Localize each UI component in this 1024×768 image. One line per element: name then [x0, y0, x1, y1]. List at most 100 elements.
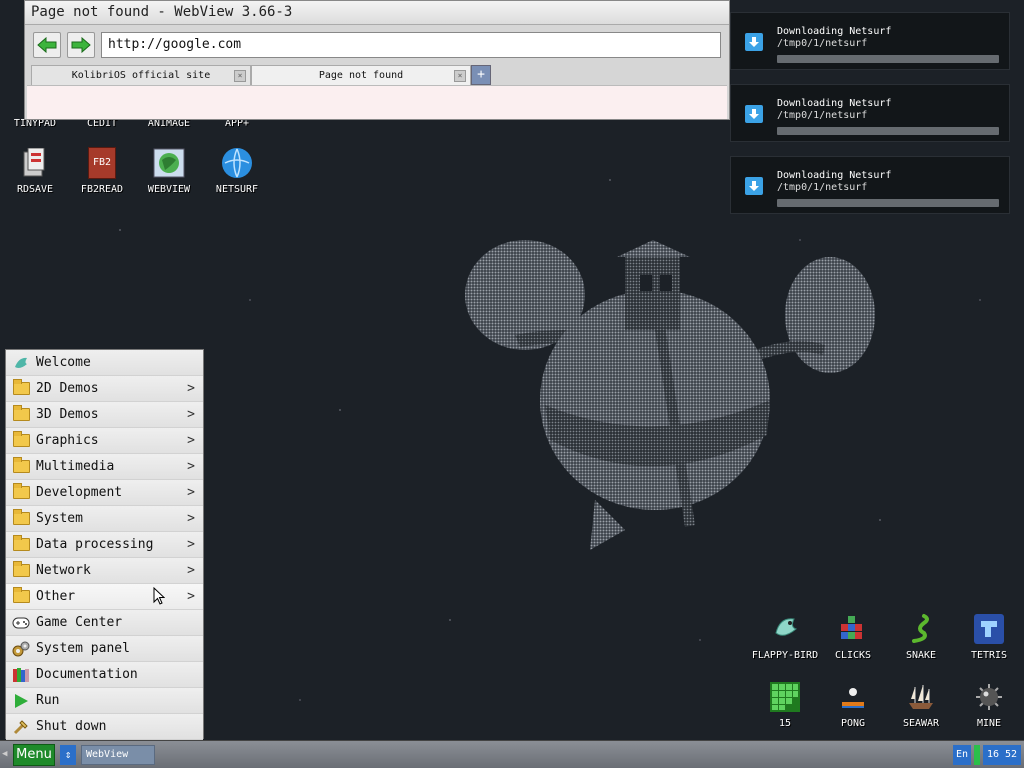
window-title[interactable]: Page not found - WebView 3.66-3: [25, 1, 729, 25]
desktop-icon-mine[interactable]: MINE: [954, 680, 1024, 729]
chevron-right-icon: >: [187, 407, 195, 422]
window-switch-button[interactable]: ⇕: [60, 745, 76, 765]
arrow-left-icon: [37, 37, 57, 53]
chevron-right-icon: >: [187, 563, 195, 578]
menu-item-label: 2D Demos: [36, 381, 99, 396]
desktop-icon-seawar[interactable]: SEAWAR: [886, 680, 956, 729]
tab-close-button[interactable]: ×: [234, 70, 246, 82]
desktop-icon-label: MINE: [976, 718, 1002, 729]
desktop-icon-label: SEAWAR: [902, 718, 940, 729]
page-content[interactable]: [27, 85, 727, 119]
menu-item-shut-down[interactable]: Shut down: [6, 714, 203, 740]
fb2-badge: FB2: [88, 147, 116, 179]
taskbar: ◀ Menu ⇕ WebView En 16 52: [0, 740, 1024, 768]
forward-button[interactable]: [67, 32, 95, 58]
desktop-icon-label: SNAKE: [905, 650, 937, 661]
desktop-icon-rdsave[interactable]: RDSAVE: [0, 146, 70, 195]
menu-item-system-panel[interactable]: System panel: [6, 636, 203, 662]
seawar-ship-icon: [904, 680, 938, 714]
chevron-right-icon: >: [187, 485, 195, 500]
tab-page-not-found[interactable]: Page not found ×: [251, 65, 471, 85]
tab-label: Page not found: [318, 70, 404, 81]
menu-item-label: Other: [36, 589, 76, 604]
menu-item-welcome[interactable]: Welcome: [6, 350, 203, 376]
desktop-icon-label: TETRIS: [970, 650, 1008, 661]
menu-item-label: System panel: [36, 641, 130, 656]
notification-title: Downloading Netsurf: [777, 98, 892, 109]
fb2read-icon: FB2: [85, 146, 119, 180]
menu-item-label: 3D Demos: [36, 407, 99, 422]
flappy-bird-icon: [768, 612, 802, 646]
menu-item-label: Shut down: [36, 719, 107, 734]
back-button[interactable]: [33, 32, 61, 58]
desktop-icon-snake[interactable]: SNAKE: [886, 612, 956, 661]
desktop-icon-clicks[interactable]: CLICKS: [818, 612, 888, 661]
desktop-icon-label: RDSAVE: [16, 184, 54, 195]
taskbar-task-webview[interactable]: WebView: [81, 745, 155, 765]
desktop-icon-label: NETSURF: [215, 184, 259, 195]
tetris-icon: [972, 612, 1006, 646]
cpu-usage-indicator: [974, 745, 980, 765]
menu-item-documentation[interactable]: Documentation: [6, 662, 203, 688]
gamepad-icon: [12, 615, 30, 631]
chevron-right-icon: >: [187, 433, 195, 448]
netsurf-icon: [220, 146, 254, 180]
menu-item-run[interactable]: Run: [6, 688, 203, 714]
play-icon: [12, 693, 30, 709]
gears-icon: [12, 641, 30, 657]
desktop-icon-tetris[interactable]: TETRIS: [954, 612, 1024, 661]
start-menu-button[interactable]: Menu: [13, 744, 55, 766]
folder-icon: [12, 483, 30, 501]
shutdown-icon: [12, 719, 30, 735]
notification-download[interactable]: Downloading Netsurf /tmp0/1/netsurf: [730, 84, 1010, 142]
start-menu: Welcome 2D Demos > 3D Demos > Graphics >…: [5, 349, 204, 740]
notification-download[interactable]: Downloading Netsurf /tmp0/1/netsurf: [730, 156, 1010, 214]
menu-item-system[interactable]: System >: [6, 506, 203, 532]
desktop-icon-netsurf[interactable]: NETSURF: [202, 146, 272, 195]
menu-item-label: Graphics: [36, 433, 99, 448]
folder-icon: [12, 431, 30, 449]
download-arrow-icon: [745, 177, 763, 195]
menu-item-game-center[interactable]: Game Center: [6, 610, 203, 636]
menu-item-label: Data processing: [36, 537, 154, 552]
desktop-icon-label: WEBVIEW: [147, 184, 191, 195]
desktop-icon-flappy-bird[interactable]: FLAPPY-BIRD: [750, 612, 820, 661]
download-progress-bar: [777, 127, 999, 135]
desktop-icon-fb2read[interactable]: FB2 FB2READ: [67, 146, 137, 195]
folder-icon: [12, 405, 30, 423]
download-progress-bar: [777, 55, 999, 63]
menu-item-multimedia[interactable]: Multimedia >: [6, 454, 203, 480]
bird-icon: [12, 355, 30, 371]
mouse-cursor-icon: [153, 587, 165, 605]
desktop-icon-label: CLICKS: [834, 650, 872, 661]
notification-path: /tmp0/1/netsurf: [777, 110, 868, 121]
tab-kolibrios-official-site[interactable]: KolibriOS official site ×: [31, 65, 251, 85]
new-tab-button[interactable]: +: [471, 65, 491, 85]
taskbar-scroll-left-icon[interactable]: ◀: [2, 749, 7, 759]
rdsave-icon: [18, 146, 52, 180]
menu-item-label: Multimedia: [36, 459, 115, 474]
notification-download[interactable]: Downloading Netsurf /tmp0/1/netsurf: [730, 12, 1010, 70]
notification-title: Downloading Netsurf: [777, 170, 892, 181]
keyboard-layout-indicator[interactable]: En: [953, 745, 971, 765]
menu-item-development[interactable]: Development >: [6, 480, 203, 506]
notification-title: Downloading Netsurf: [777, 26, 892, 37]
clock[interactable]: 16 52: [983, 745, 1021, 765]
menu-item-graphics[interactable]: Graphics >: [6, 428, 203, 454]
tab-close-button[interactable]: ×: [454, 70, 466, 82]
folder-icon: [12, 379, 30, 397]
desktop-icon-pong[interactable]: PONG: [818, 680, 888, 729]
url-input[interactable]: http://google.com: [101, 32, 721, 58]
menu-item-3d-demos[interactable]: 3D Demos >: [6, 402, 203, 428]
download-arrow-icon: [745, 105, 763, 123]
menu-item-label: Network: [36, 563, 91, 578]
menu-item-network[interactable]: Network >: [6, 558, 203, 584]
menu-item-data-processing[interactable]: Data processing >: [6, 532, 203, 558]
menu-item-other[interactable]: Other >: [6, 584, 203, 610]
menu-item-2d-demos[interactable]: 2D Demos >: [6, 376, 203, 402]
menu-item-label: System: [36, 511, 83, 526]
desktop-icon-webview[interactable]: WEBVIEW: [134, 146, 204, 195]
arrow-right-icon: [71, 37, 91, 53]
webview-window[interactable]: Page not found - WebView 3.66-3 http://g…: [24, 0, 730, 120]
desktop-icon-15[interactable]: 15: [750, 680, 820, 729]
